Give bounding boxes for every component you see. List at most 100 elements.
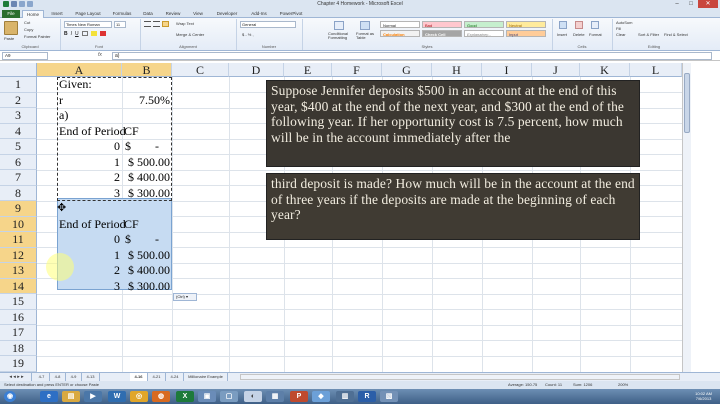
spreadsheet-grid[interactable]: A B C D E F G H I J K L 1 2 3 4 5 6 7 8 … — [0, 63, 682, 372]
minimize-button[interactable]: – — [670, 0, 684, 8]
tab-powerpivot[interactable]: PowerPivot — [274, 10, 308, 18]
cell-b7[interactable]: $ 400.00 — [124, 170, 170, 185]
column-header-g[interactable]: G — [382, 63, 432, 77]
app-icon[interactable]: ▣ — [198, 391, 216, 402]
number-format-select[interactable]: General — [240, 21, 296, 28]
style-normal[interactable]: Normal — [380, 21, 420, 28]
tab-insert[interactable]: Insert — [46, 10, 68, 18]
media-player-icon[interactable]: ▶ — [84, 391, 102, 402]
column-header-d[interactable]: D — [229, 63, 284, 77]
formula-input[interactable]: a) — [112, 52, 712, 60]
app-icon[interactable]: ▥ — [336, 391, 354, 402]
row-header-6[interactable]: 6 — [0, 154, 37, 170]
row-header-12[interactable]: 12 — [0, 247, 37, 263]
sheet-tab-4-7[interactable]: 4-7 — [34, 373, 50, 381]
zoom-level[interactable]: 200% — [618, 381, 628, 389]
sheet-tab-millionaire-example[interactable]: Millionaire Example — [184, 373, 228, 381]
cell-a10[interactable]: End of Period — [59, 217, 126, 232]
row-header-7[interactable]: 7 — [0, 170, 37, 186]
tab-add-ins[interactable]: Add-Ins — [246, 10, 272, 18]
maximize-button[interactable]: □ — [684, 0, 698, 8]
column-header-c[interactable]: C — [172, 63, 229, 77]
tab-formulas[interactable]: Formulas — [108, 10, 136, 18]
paste-button[interactable]: Paste — [4, 36, 14, 41]
row-header-4[interactable]: 4 — [0, 123, 37, 139]
row-header-16[interactable]: 16 — [0, 309, 37, 325]
column-header-e[interactable]: E — [284, 63, 332, 77]
style-neutral[interactable]: Neutral — [506, 21, 546, 28]
style-input[interactable]: Input — [506, 30, 546, 37]
cell-b10[interactable]: CF — [124, 217, 139, 232]
italic-icon[interactable]: I — [71, 31, 72, 37]
sheet-tab-4-21[interactable]: 4-21 — [148, 373, 166, 381]
cell-a11[interactable]: 0 — [59, 232, 120, 247]
style-explanatory[interactable]: Explanatory... — [464, 30, 504, 37]
file-explorer-icon[interactable]: ▤ — [62, 391, 80, 402]
format-cells-button[interactable]: Format — [589, 32, 602, 37]
cell-b12[interactable]: $ 500.00 — [124, 248, 170, 263]
find-select-button[interactable]: Find & Select — [664, 32, 688, 37]
word-icon[interactable]: W — [108, 391, 126, 402]
cell-b11[interactable]: $ - — [125, 232, 159, 247]
fill-button[interactable]: Fill — [616, 26, 621, 31]
tab-view[interactable]: View — [188, 10, 208, 18]
delete-cells-button[interactable]: Delete — [573, 32, 585, 37]
name-box[interactable]: A9 — [2, 52, 48, 60]
align-bottom-icon[interactable] — [162, 21, 169, 27]
app-icon[interactable]: ◐ — [244, 391, 262, 402]
fx-icon[interactable]: fx — [98, 52, 102, 58]
format-painter-button[interactable]: Format Painter — [24, 34, 50, 39]
paste-icon[interactable] — [4, 21, 18, 35]
cell-a14[interactable]: 3 — [59, 279, 120, 294]
style-check-cell[interactable]: Check Cell — [422, 30, 462, 37]
format-cells-icon[interactable] — [591, 21, 599, 29]
tab-home[interactable]: Home — [22, 10, 44, 18]
sheet-nav-arrows-icon[interactable]: ◂ ◂ ▸ ▸ — [2, 373, 32, 381]
app-icon[interactable]: ▢ — [220, 391, 238, 402]
cut-button[interactable]: Cut — [24, 20, 30, 25]
row-header-9[interactable]: 9 — [0, 201, 37, 217]
copy-button[interactable]: Copy — [24, 27, 33, 32]
borders-icon[interactable] — [81, 31, 88, 36]
paste-options-button[interactable]: (Ctrl) ▾ — [173, 293, 197, 301]
sheet-tab-4-16[interactable]: 4-16 — [130, 373, 148, 381]
format-as-table-icon[interactable] — [360, 21, 370, 30]
cell-a5[interactable]: 0 — [59, 139, 120, 154]
row-header-2[interactable]: 2 — [0, 92, 37, 108]
cell-b2[interactable]: 7.50% — [124, 93, 170, 108]
insert-cells-button[interactable]: Insert — [557, 32, 567, 37]
sheet-tab-4-13[interactable]: 4-13 — [82, 373, 100, 381]
merge-center-button[interactable]: Merge & Center — [176, 32, 204, 37]
column-header-b[interactable]: B — [122, 63, 172, 77]
row-header-19[interactable]: 19 — [0, 356, 37, 372]
row-header-10[interactable]: 10 — [0, 216, 37, 232]
tab-review[interactable]: Review — [160, 10, 186, 18]
bold-icon[interactable]: B — [64, 31, 68, 37]
font-size-select[interactable]: 11 — [114, 21, 126, 28]
select-all-corner[interactable] — [0, 63, 37, 77]
r-icon[interactable]: R — [358, 391, 376, 402]
clear-button[interactable]: Clear — [616, 32, 626, 37]
tab-developer[interactable]: Developer — [210, 10, 244, 18]
cell-b14[interactable]: $ 300.00 — [124, 279, 170, 294]
cell-a2[interactable]: r — [59, 93, 63, 108]
font-name-select[interactable]: Times New Roman — [64, 21, 112, 28]
close-button[interactable]: ✕ — [698, 0, 718, 8]
sheet-tab-4-8[interactable]: 4-8 — [50, 373, 66, 381]
row-header-13[interactable]: 13 — [0, 263, 37, 279]
insert-cells-icon[interactable] — [559, 21, 567, 29]
font-color-icon[interactable] — [99, 31, 106, 36]
sheet-tab-4-9[interactable]: 4-9 — [66, 373, 82, 381]
cell-a12[interactable]: 1 — [59, 248, 120, 263]
horizontal-scrollbar[interactable] — [240, 374, 680, 380]
row-header-5[interactable]: 5 — [0, 139, 37, 155]
excel-icon[interactable]: X — [176, 391, 194, 402]
tab-page-layout[interactable]: Page Layout — [70, 10, 106, 18]
column-header-f[interactable]: F — [332, 63, 382, 77]
row-header-14[interactable]: 14 — [0, 278, 37, 294]
cell-a6[interactable]: 1 — [59, 155, 120, 170]
style-good[interactable]: Good — [464, 21, 504, 28]
internet-explorer-icon[interactable]: e — [40, 391, 58, 402]
cell-b8[interactable]: $ 300.00 — [124, 186, 170, 201]
app-icon[interactable]: ◆ — [312, 391, 330, 402]
